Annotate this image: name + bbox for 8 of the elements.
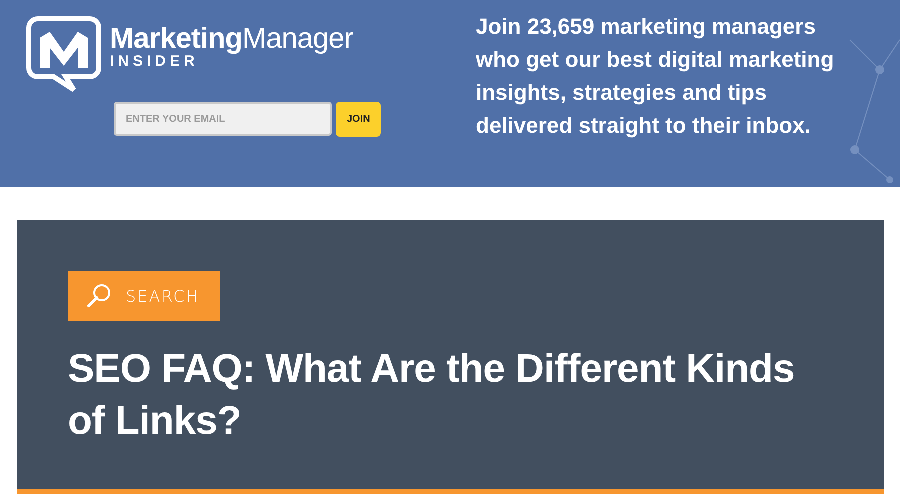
article-title: SEO FAQ: What Are the Different Kinds of Links? [68, 346, 796, 445]
logo-tagline: INSIDER [110, 54, 199, 70]
logo-wordmark: MarketingManager [110, 24, 354, 54]
join-button[interactable]: JOIN [336, 102, 382, 137]
email-field[interactable]: ENTER YOUR EMAIL [114, 102, 332, 136]
logo-icon [26, 16, 102, 92]
search-icon [86, 283, 112, 309]
signup-pitch: Join 23,659 marketing managers who get our best digital marketing insights, strategies and tips delivered straight to their inbox. [476, 13, 836, 140]
